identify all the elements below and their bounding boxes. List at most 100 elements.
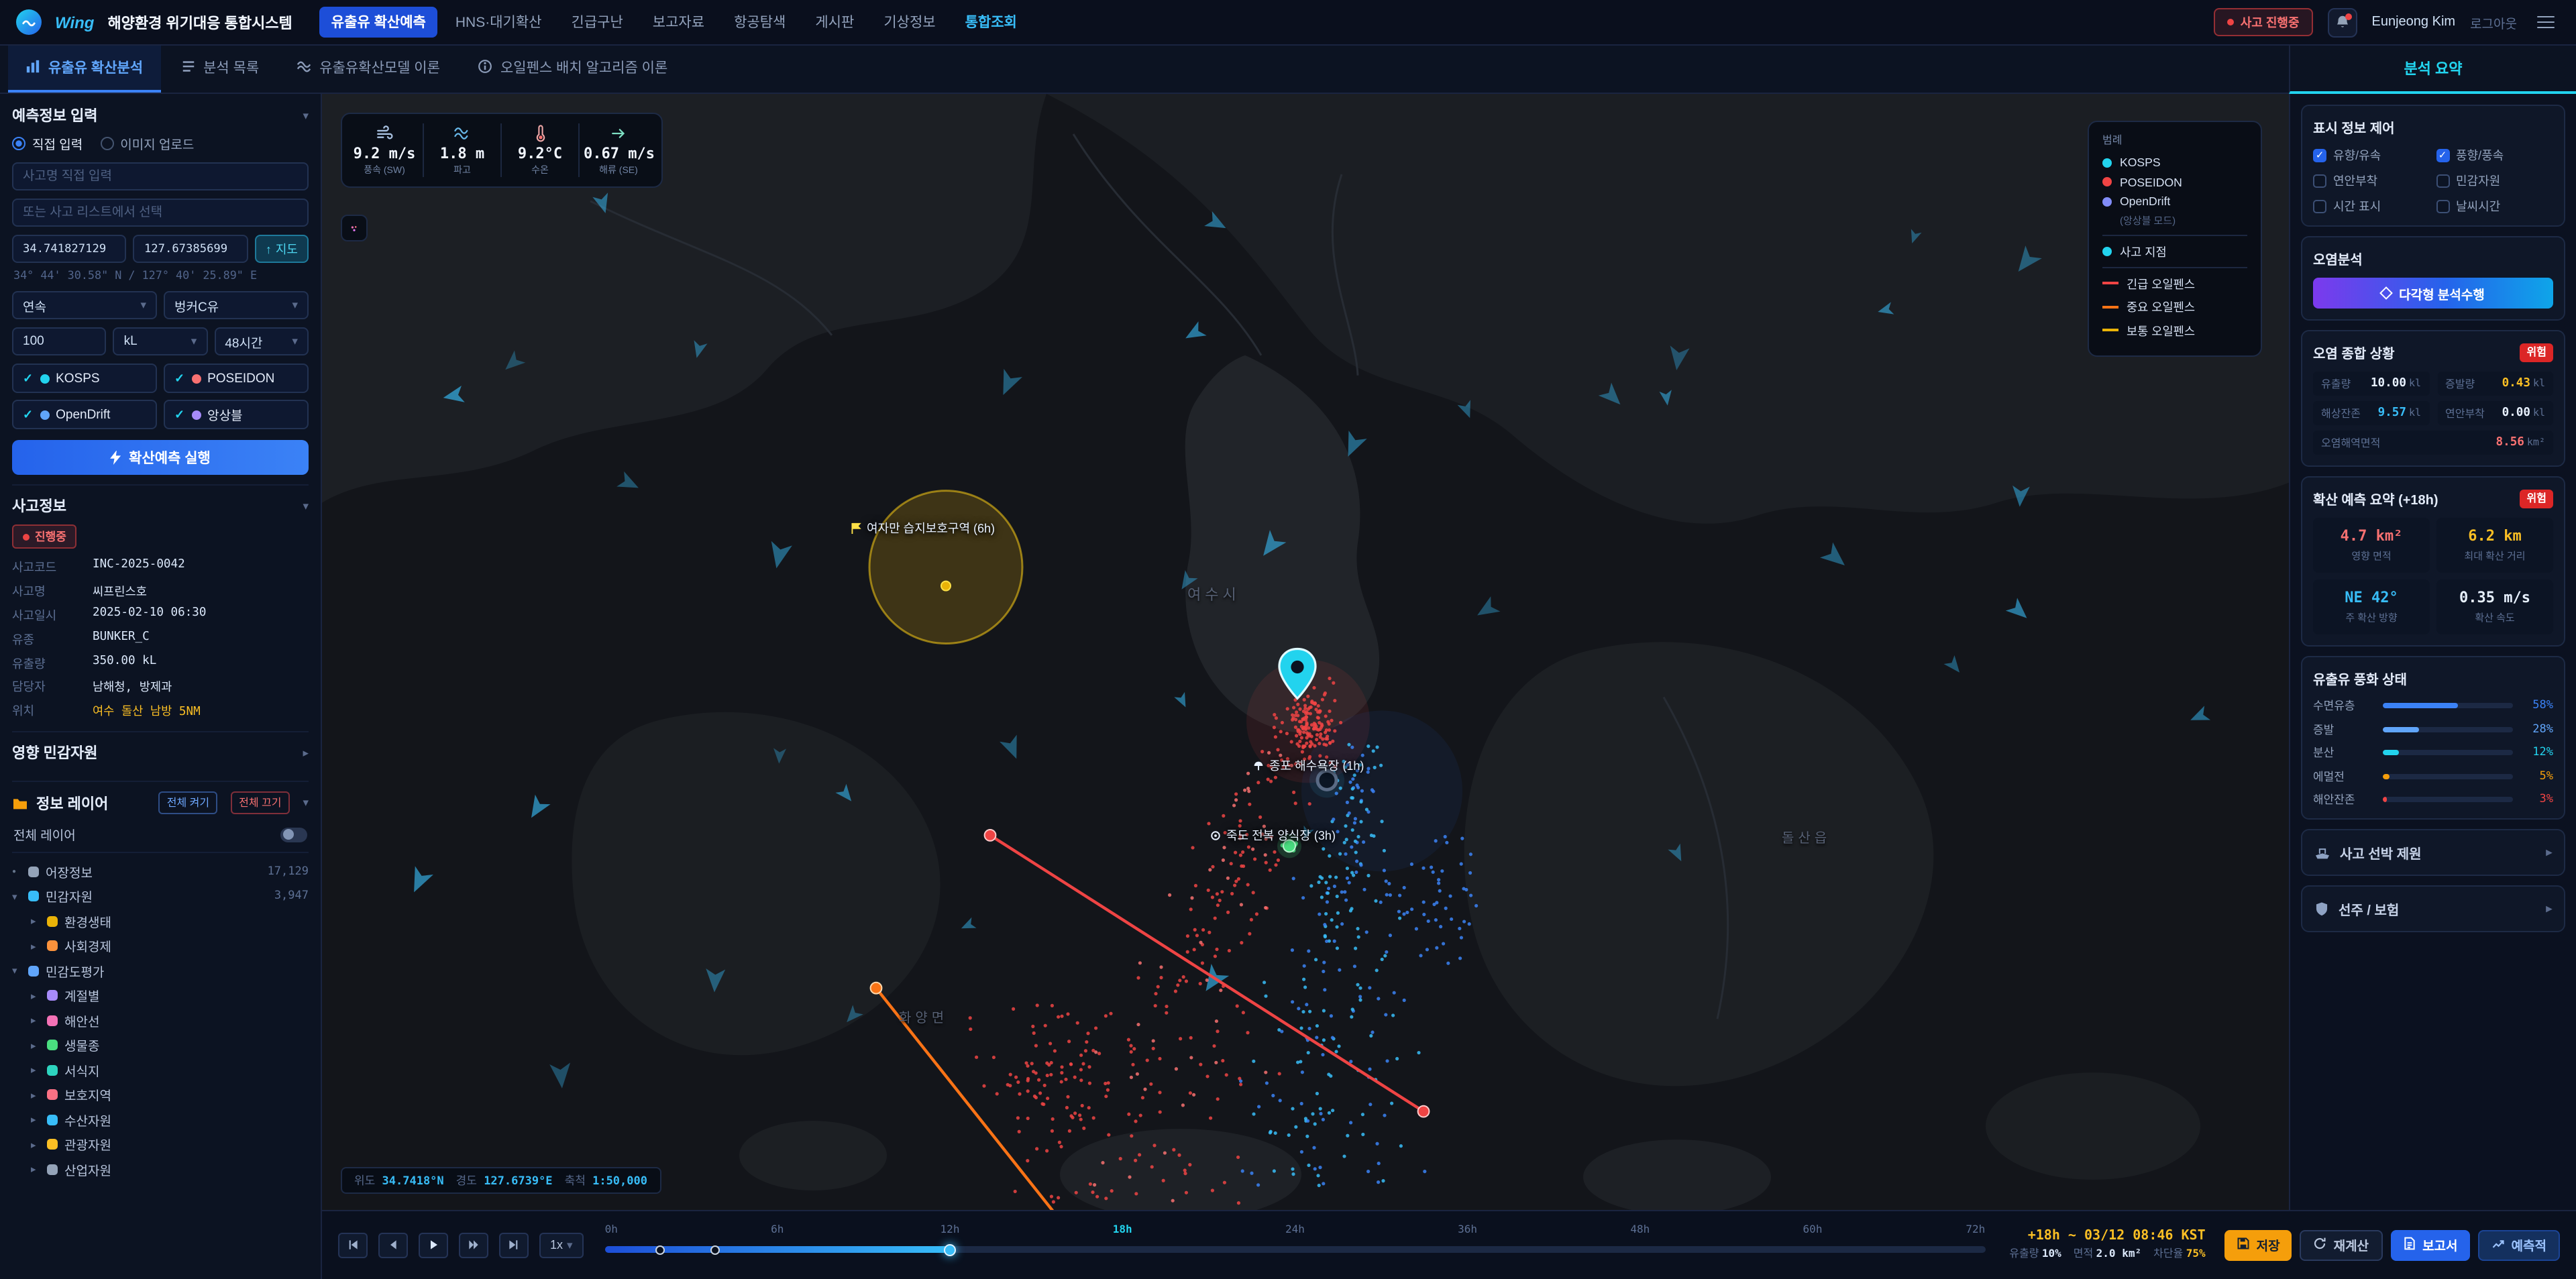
model-checkbox-POSEIDON[interactable]: ✓POSEIDON <box>164 364 309 393</box>
layer-color-icon <box>28 965 39 976</box>
layer-item-0[interactable]: ● 어장정보 17,129 <box>12 859 309 884</box>
recalc-button[interactable]: 재계산 <box>2300 1229 2382 1260</box>
farm-label[interactable]: 죽도 전복 양식장 (3h) <box>1210 826 1336 844</box>
nav-item-2[interactable]: 긴급구난 <box>559 7 635 38</box>
info-layers-header[interactable]: 정보 레이어 전체 켜기 전체 끄기 ▾ <box>12 792 309 815</box>
nav-item-1[interactable]: HNS·대기확산 <box>443 7 554 38</box>
timeline-handle[interactable] <box>944 1243 956 1256</box>
layer-item-11[interactable]: ▸ 관광자원 <box>12 1132 309 1157</box>
list-icon <box>180 58 195 77</box>
tree-arrow-icon: ▾ <box>12 890 21 902</box>
display-option-4[interactable]: ✓시간 표시 <box>2313 197 2430 215</box>
layer-item-6[interactable]: ▸ 해안선 <box>12 1008 309 1033</box>
nav-item-3[interactable]: 보고자료 <box>641 7 716 38</box>
radio-image-upload[interactable]: 이미지 업로드 <box>100 134 194 153</box>
step-back-button[interactable] <box>378 1232 408 1258</box>
shellfish-icon <box>1210 830 1221 840</box>
amount-input[interactable] <box>12 327 107 355</box>
folder-icon <box>12 797 28 810</box>
city-label: 여수시 <box>1187 583 1240 605</box>
particle-style-button[interactable] <box>341 215 368 241</box>
check-icon: ✓ <box>174 371 184 386</box>
weather-stat-temp: 9.2°C수온 <box>502 123 580 177</box>
hamburger-menu-icon[interactable] <box>2532 10 2560 34</box>
city-label: 돌산읍 <box>1782 826 1831 846</box>
unit-select[interactable]: kL▾ <box>113 327 208 355</box>
layer-item-2[interactable]: ▸ 환경생태 <box>12 909 309 934</box>
beach-label[interactable]: 종포 해수욕장 (1h) <box>1253 757 1364 774</box>
model-checkbox-KOSPS[interactable]: ✓KOSPS <box>12 364 157 393</box>
nav-item-6[interactable]: 기상정보 <box>871 7 947 38</box>
play-button[interactable] <box>419 1232 448 1258</box>
radio-direct-input[interactable]: 직접 입력 <box>12 134 83 153</box>
layer-item-4[interactable]: ▾ 민감도평가 <box>12 958 309 983</box>
all-layers-on-button[interactable]: 전체 켜기 <box>159 792 217 815</box>
timeline-stat: 유출량 10% <box>2009 1247 2061 1262</box>
weather-stat-wind: 9.2 m/s풍속 (SW) <box>346 123 424 177</box>
owner-insurance-card[interactable]: 선주 / 보험 ▸ <box>2301 885 2565 932</box>
run-prediction-button[interactable]: 확산예측 실행 <box>12 440 309 475</box>
forecast-button[interactable]: 예측적 <box>2478 1229 2560 1260</box>
logout-button[interactable]: 로그아웃 <box>2470 13 2517 32</box>
all-layers-off-button[interactable]: 전체 끄기 <box>231 792 289 815</box>
model-checkbox-OpenDrift[interactable]: ✓OpenDrift <box>12 400 157 429</box>
sensitive-resources-header[interactable]: 영향 민감자원 ▸ <box>12 742 309 764</box>
analysis-panel: 분석 요약 표시 정보 제어 ✓유향/유속✓풍향/풍속✓연안부착✓민감자원✓시간… <box>2289 46 2576 1209</box>
display-option-5[interactable]: ✓날씨시간 <box>2436 197 2553 215</box>
subtab-3[interactable]: 오일펜스 배치 알고리즘 이론 <box>460 46 685 93</box>
skip-start-button[interactable] <box>338 1232 368 1258</box>
save-button[interactable]: 저장 <box>2224 1229 2292 1260</box>
nav-item-7[interactable]: 통합조회 <box>953 7 1029 38</box>
nav-item-4[interactable]: 항공탐색 <box>722 7 798 38</box>
accident-list-input[interactable] <box>12 199 309 227</box>
layer-color-icon <box>47 1114 58 1125</box>
checkbox-icon: ✓ <box>2313 148 2326 162</box>
duration-select[interactable]: 48시간▾ <box>214 327 309 355</box>
subtab-0[interactable]: 유출유 확산분석 <box>8 46 160 93</box>
notifications-bell-icon[interactable] <box>2328 7 2357 37</box>
layer-item-7[interactable]: ▸ 생물종 <box>12 1033 309 1058</box>
latitude-input[interactable] <box>12 235 127 263</box>
polygon-analysis-button[interactable]: 다각형 분석수행 <box>2313 278 2553 309</box>
display-option-1[interactable]: ✓풍향/풍속 <box>2436 146 2553 164</box>
subtab-1[interactable]: 분석 목록 <box>163 46 276 93</box>
spill-type-select[interactable]: 연속▾ <box>12 291 157 319</box>
master-layer-toggle[interactable] <box>280 828 307 842</box>
layer-item-8[interactable]: ▸ 서식지 <box>12 1058 309 1082</box>
vessel-spec-card[interactable]: 사고 선박 제원 ▸ <box>2301 829 2565 876</box>
incident-info-header[interactable]: 사고정보 ▾ <box>12 495 309 516</box>
layer-item-5[interactable]: ▸ 계절별 <box>12 983 309 1008</box>
fast-forward-button[interactable] <box>459 1232 488 1258</box>
app-root: Wing 해양환경 위기대응 통합시스템 유출유 확산예측HNS·대기확산긴급구… <box>0 0 2576 1279</box>
display-option-2[interactable]: ✓연안부착 <box>2313 172 2430 189</box>
prediction-input-header[interactable]: 예측정보 입력 ▾ <box>12 105 309 126</box>
notification-dot <box>2345 13 2352 19</box>
layer-tree: ● 어장정보 17,129 ▾ 민감자원 3,947 ▸ 환경생태 ▸ 사회경제… <box>12 859 309 1182</box>
map-canvas[interactable]: 9.2 m/s풍속 (SW)1.8 m파고9.2°C수온0.67 m/s해류 (… <box>322 94 2289 1209</box>
incident-active-badge[interactable]: 사고 진행중 <box>2214 8 2313 36</box>
timeline-track-area: 0h6h12h18h24h36h48h60h72h <box>605 1223 1986 1266</box>
display-option-0[interactable]: ✓유향/유속 <box>2313 146 2430 164</box>
analysis-summary-tab[interactable]: 분석 요약 <box>2289 46 2576 94</box>
oil-type-select[interactable]: 벙커C유▾ <box>164 291 309 319</box>
nav-item-0[interactable]: 유출유 확산예측 <box>319 7 438 38</box>
layer-item-12[interactable]: ▸ 산업자원 <box>12 1157 309 1182</box>
accident-name-input[interactable] <box>12 162 309 190</box>
subtab-2[interactable]: 유출유확산모델 이론 <box>279 46 458 93</box>
display-option-3[interactable]: ✓민감자원 <box>2436 172 2553 189</box>
tree-arrow-icon: ▸ <box>31 1138 40 1150</box>
skip-end-button[interactable] <box>499 1232 529 1258</box>
report-button[interactable]: 보고서 <box>2390 1229 2469 1260</box>
recalc-icon <box>2314 1236 2327 1254</box>
timeline-track[interactable] <box>605 1246 1986 1253</box>
layer-item-9[interactable]: ▸ 보호지역 <box>12 1082 309 1107</box>
pick-on-map-button[interactable]: ↑지도 <box>255 235 309 263</box>
protected-area-label[interactable]: 여자만 습지보호구역 (6h) <box>851 519 995 537</box>
layer-item-10[interactable]: ▸ 수산자원 <box>12 1107 309 1132</box>
nav-item-5[interactable]: 게시판 <box>803 7 866 38</box>
playback-speed-select[interactable]: 1x▾ <box>539 1232 584 1258</box>
model-checkbox-앙상블[interactable]: ✓앙상블 <box>164 400 309 429</box>
layer-item-1[interactable]: ▾ 민감자원 3,947 <box>12 884 309 909</box>
longitude-input[interactable] <box>133 235 248 263</box>
layer-item-3[interactable]: ▸ 사회경제 <box>12 934 309 958</box>
